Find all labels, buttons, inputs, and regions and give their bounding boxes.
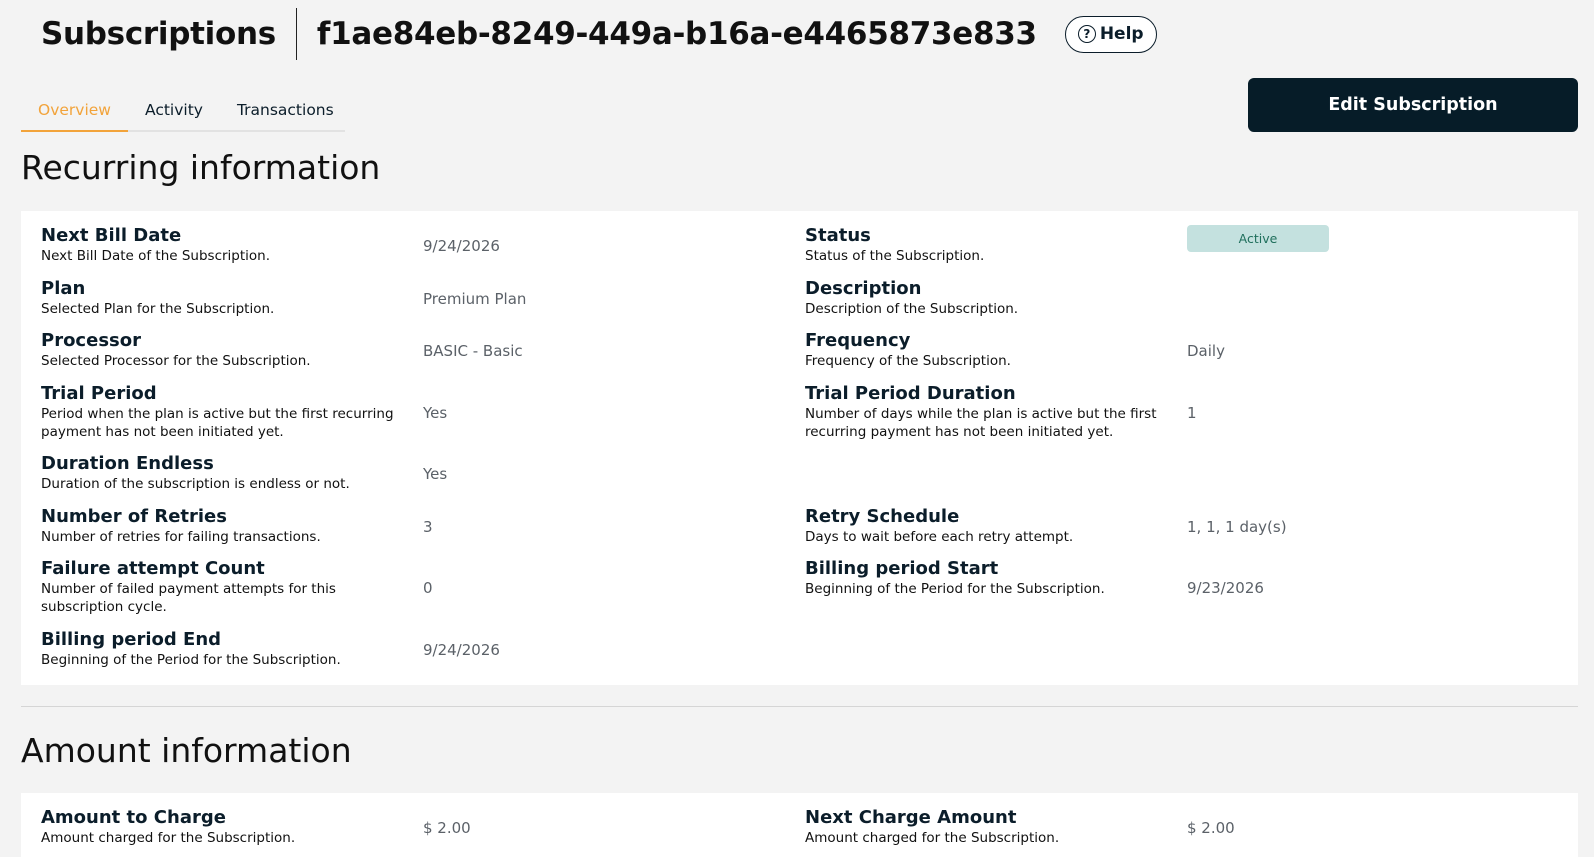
processor-value: BASIC - Basic (423, 342, 523, 360)
field-frequency: Frequency Frequency of the Subscription. (805, 330, 1175, 370)
amount-section-title: Amount information (21, 731, 352, 770)
field-label: Processor (41, 330, 141, 351)
question-circle-icon: ? (1077, 25, 1096, 43)
plan-value: Premium Plan (423, 290, 527, 308)
field-label: Trial Period Duration (805, 383, 1016, 404)
page-header: Subscriptions f1ae84eb-8249-449a-b16a-e4… (41, 8, 1157, 60)
field-trial-period: Trial Period Period when the plan is act… (41, 383, 411, 441)
field-plan: Plan Selected Plan for the Subscription. (41, 278, 411, 318)
field-label: Billing period End (41, 629, 222, 650)
field-label: Description (805, 278, 922, 299)
duration-endless-value: Yes (423, 465, 448, 483)
field-label: Billing period Start (805, 558, 999, 579)
trial-period-value: Yes (423, 404, 448, 422)
failure-count-value: 0 (423, 579, 433, 597)
field-processor: Processor Selected Processor for the Sub… (41, 330, 411, 370)
next-bill-date-value: 9/24/2026 (423, 237, 500, 255)
amount-to-charge-value: $ 2.00 (423, 819, 471, 837)
field-next-bill-date: Next Bill Date Next Bill Date of the Sub… (41, 225, 411, 265)
billing-start-value: 9/23/2026 (1187, 579, 1264, 597)
retry-schedule-value: 1, 1, 1 day(s) (1187, 518, 1287, 536)
help-button[interactable]: ? Help (1064, 15, 1157, 53)
field-description: Number of retries for failing transactio… (41, 529, 321, 545)
field-description: Frequency of the Subscription. (805, 353, 1011, 369)
header-divider (295, 8, 297, 60)
field-description: Number of failed payment attempts for th… (41, 581, 336, 615)
field-label: Trial Period (41, 383, 157, 404)
frequency-value: Daily (1187, 342, 1225, 360)
field-description: Selected Processor for the Subscription. (41, 353, 311, 369)
page-title: Subscriptions (41, 16, 276, 52)
field-description: Period when the plan is active but the f… (41, 406, 394, 440)
tab-overview[interactable]: Overview (21, 90, 128, 132)
field-retry-schedule: Retry Schedule Days to wait before each … (805, 506, 1175, 546)
tab-bar: Overview Activity Transactions (21, 90, 345, 132)
field-description: Days to wait before each retry attempt. (805, 529, 1074, 545)
field-label: Status (805, 225, 871, 246)
trial-duration-value: 1 (1187, 404, 1197, 422)
section-divider (21, 706, 1578, 707)
help-label: Help (1099, 24, 1144, 44)
amount-card: Amount to Charge Amount charged for the … (21, 793, 1578, 857)
billing-end-value: 9/24/2026 (423, 641, 500, 659)
field-label: Frequency (805, 330, 911, 351)
field-label: Number of Retries (41, 506, 227, 527)
field-billing-period-start: Billing period Start Beginning of the Pe… (805, 558, 1175, 598)
field-label: Plan (41, 278, 86, 299)
subscription-id: f1ae84eb-8249-449a-b16a-e4465873e833 (316, 16, 1037, 52)
field-label: Next Bill Date (41, 225, 182, 246)
field-description: Description of the Subscription. (805, 301, 1019, 317)
field-description: Amount charged for the Subscription. (41, 830, 296, 846)
field-description: Number of days while the plan is active … (805, 406, 1157, 440)
tab-activity[interactable]: Activity (128, 90, 220, 130)
field-description: Status of the Subscription. (805, 248, 985, 264)
edit-subscription-button[interactable]: Edit Subscription (1248, 78, 1578, 132)
field-description: Selected Plan for the Subscription. (41, 301, 275, 317)
field-number-of-retries: Number of Retries Number of retries for … (41, 506, 411, 546)
tab-transactions[interactable]: Transactions (220, 90, 351, 130)
field-next-charge-amount: Next Charge Amount Amount charged for th… (805, 807, 1175, 847)
status-badge: Active (1187, 225, 1329, 252)
field-label: Duration Endless (41, 453, 214, 474)
field-description: Beginning of the Period for the Subscrip… (41, 652, 341, 668)
recurring-card: Next Bill Date Next Bill Date of the Sub… (21, 211, 1578, 685)
field-label: Next Charge Amount (805, 807, 1017, 828)
field-label: Retry Schedule (805, 506, 960, 527)
field-description: Next Bill Date of the Subscription. (41, 248, 271, 264)
recurring-section-title: Recurring information (21, 148, 381, 187)
field-description: Amount charged for the Subscription. (805, 830, 1060, 846)
field-label: Failure attempt Count (41, 558, 265, 579)
next-charge-amount-value: $ 2.00 (1187, 819, 1235, 837)
field-amount-to-charge: Amount to Charge Amount charged for the … (41, 807, 411, 847)
field-trial-period-duration: Trial Period Duration Number of days whi… (805, 383, 1175, 441)
field-status: Status Status of the Subscription. (805, 225, 1175, 265)
field-description: Duration of the subscription is endless … (41, 476, 350, 492)
field-label: Amount to Charge (41, 807, 226, 828)
field-description-item: Description Description of the Subscript… (805, 278, 1175, 318)
retries-value: 3 (423, 518, 433, 536)
field-description: Beginning of the Period for the Subscrip… (805, 581, 1105, 597)
field-failure-attempt-count: Failure attempt Count Number of failed p… (41, 558, 411, 616)
field-duration-endless: Duration Endless Duration of the subscri… (41, 453, 411, 493)
field-billing-period-end: Billing period End Beginning of the Peri… (41, 629, 411, 669)
